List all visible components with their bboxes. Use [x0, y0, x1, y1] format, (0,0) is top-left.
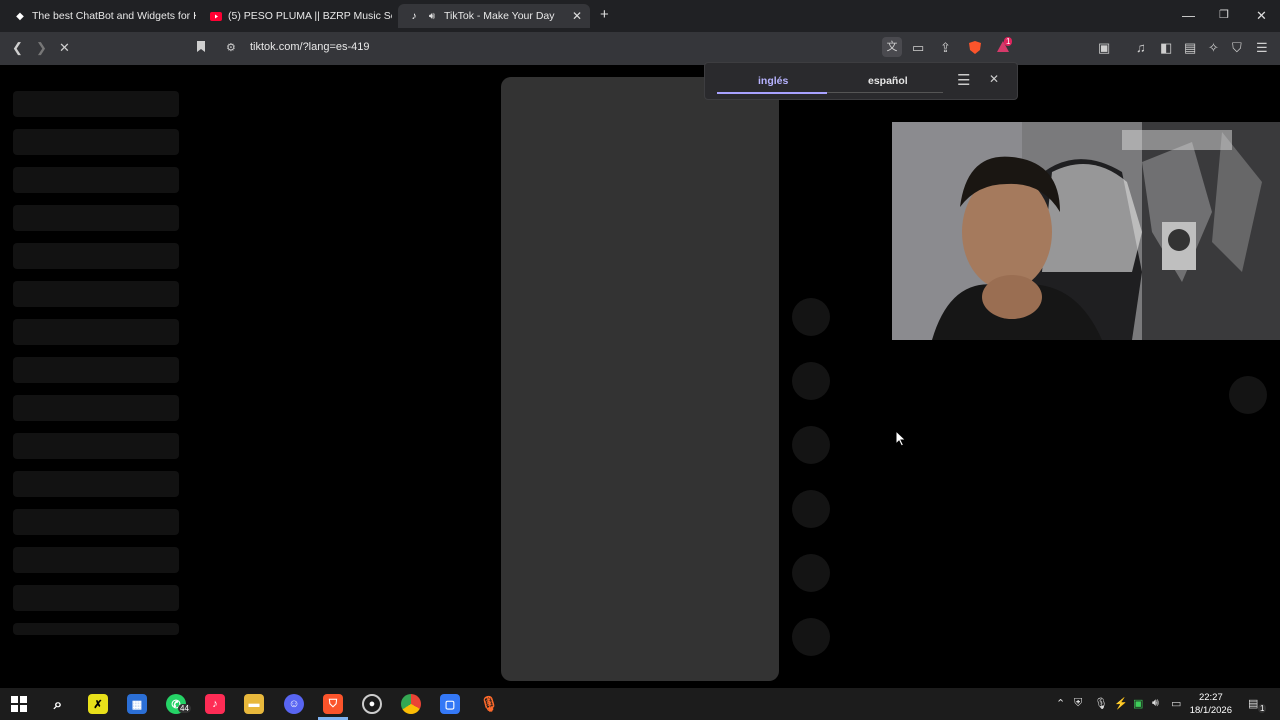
stop-loading-icon[interactable]: ✕ — [59, 40, 70, 56]
clock[interactable]: 22:27 18/1/2026 — [1190, 691, 1232, 717]
selected-tab-indicator — [717, 92, 827, 94]
tab-divider — [827, 92, 943, 93]
action-button-placeholder[interactable] — [792, 362, 830, 400]
source-language-tab[interactable]: inglés — [758, 75, 788, 87]
tab-title: TikTok - Make Your Day — [444, 10, 555, 22]
sidebar-skeleton — [13, 281, 179, 307]
chatbot-favicon-icon: ◆ — [16, 10, 24, 22]
notifications-icon[interactable]: ▤ — [1248, 697, 1258, 710]
tab-title: The best ChatBot and Widgets for Ki — [32, 10, 196, 22]
sidebar-skeleton — [13, 91, 179, 117]
site-info-icon[interactable]: ⚙ — [226, 40, 236, 56]
sidebar-icon[interactable]: ◧ — [1160, 40, 1172, 56]
close-icon[interactable]: ✕ — [989, 72, 999, 86]
windows-start-icon[interactable] — [9, 694, 29, 714]
reader-mode-icon[interactable]: ▣ — [1098, 40, 1110, 56]
action-button-placeholder[interactable] — [792, 618, 830, 656]
sidebar-skeleton — [13, 623, 179, 635]
wallet-icon[interactable]: ▤ — [1184, 40, 1196, 56]
sidebar-skeleton — [13, 205, 179, 231]
file-explorer-icon[interactable]: ▬ — [244, 694, 264, 714]
action-button-placeholder[interactable] — [792, 490, 830, 528]
tiktok-icon[interactable]: ♪ — [205, 694, 225, 714]
sidebar-skeleton — [13, 357, 179, 383]
brave-shield-icon[interactable] — [968, 40, 982, 59]
sidebar-skeleton — [13, 471, 179, 497]
video-player-placeholder[interactable] — [501, 77, 779, 681]
back-icon[interactable]: ❮ — [12, 40, 23, 56]
sidebar-skeleton — [13, 585, 179, 611]
bluetooth-icon[interactable]: ⚡ — [1114, 697, 1128, 710]
tab-tiktok[interactable]: ♪ 🔊︎ TikTok - Make Your Day ✕ — [398, 4, 590, 28]
brave-icon[interactable]: ⛉ — [323, 694, 343, 714]
sidebar-skeleton — [13, 319, 179, 345]
tab-title: (5) PESO PLUMA || BZRP Music Sessio — [228, 10, 392, 22]
search-icon[interactable]: ⌕ — [48, 694, 68, 714]
close-window-icon[interactable]: ✕ — [1256, 8, 1267, 24]
target-language-tab[interactable]: español — [868, 75, 908, 87]
show-hidden-icons[interactable]: ⌃ — [1056, 697, 1065, 710]
cast-icon[interactable]: ▭ — [912, 40, 924, 56]
obs-icon[interactable]: ● — [362, 694, 382, 714]
tiktok-favicon-icon: ♪ — [411, 10, 417, 22]
browser-toolbar: ❮ ❯ ✕ ⚙ tiktok.com/?lang=es-419 文 ▭ ⇪ 1 … — [0, 32, 1280, 65]
volume-icon[interactable]: 🔊︎ — [1152, 697, 1159, 710]
browser-tab-bar: ◆ The best ChatBot and Widgets for Ki (5… — [0, 0, 1280, 32]
media-icon[interactable]: ♫ — [1136, 40, 1146, 56]
speaker-icon[interactable]: 🔊︎ — [426, 10, 438, 22]
network-icon[interactable]: ▭ — [1171, 697, 1181, 710]
action-button-placeholder[interactable] — [792, 554, 830, 592]
microphone-app-icon[interactable]: 🎙︎ — [479, 694, 499, 714]
translate-bar: inglés español ☰ ✕ — [704, 62, 1018, 100]
share-icon[interactable]: ⇪ — [940, 40, 951, 56]
action-button-placeholder[interactable] — [792, 426, 830, 464]
restore-icon[interactable]: ❐ — [1219, 8, 1229, 21]
clock-time: 22:27 — [1198, 692, 1223, 703]
sidebar-skeleton — [13, 129, 179, 155]
notification-count: 1 — [1258, 704, 1267, 713]
sidebar-skeleton — [13, 395, 179, 421]
close-tab-icon[interactable]: ✕ — [572, 9, 582, 23]
nav-button-placeholder[interactable] — [1229, 376, 1267, 414]
tab-youtube[interactable]: (5) PESO PLUMA || BZRP Music Sessio — [200, 4, 392, 28]
new-tab-button[interactable]: + — [600, 6, 609, 23]
discord-icon[interactable]: ☺ — [284, 694, 304, 714]
translate-icon[interactable]: 文 — [882, 37, 902, 57]
leo-ai-icon[interactable]: ✧ — [1208, 40, 1219, 56]
whatsapp-badge: 44 — [178, 704, 191, 713]
webcam-overlay — [892, 122, 1280, 340]
sidebar-skeleton — [13, 547, 179, 573]
windows-taskbar: ⌕ ✗ ▦ ✆ 44 ♪ ▬ ☺ ⛉ ● ▢ 🎙︎ ⌃ ⛨ 🎙︎ ⚡ ▣ 🔊︎ … — [0, 688, 1280, 720]
bookmark-icon[interactable] — [196, 40, 206, 57]
webcam-image — [892, 122, 1280, 340]
store-icon[interactable]: ▦ — [127, 694, 147, 714]
sidebar-skeleton — [13, 243, 179, 269]
minimize-icon[interactable]: — — [1182, 8, 1195, 23]
app-icon[interactable]: ▢ — [440, 694, 460, 714]
sidebar-skeleton — [13, 433, 179, 459]
youtube-favicon-icon — [210, 10, 222, 22]
vpn-icon[interactable]: ⛉ — [1232, 40, 1242, 56]
rewards-badge: 1 — [1004, 37, 1013, 46]
microphone-icon[interactable]: 🎙︎ — [1094, 697, 1108, 710]
chrome-icon[interactable] — [401, 694, 421, 714]
network-app-icon[interactable]: ⛨ — [1074, 697, 1082, 710]
app-icon[interactable]: ✗ — [88, 694, 108, 714]
clock-date: 18/1/2026 — [1189, 705, 1232, 716]
tray-app-icon[interactable]: ▣ — [1133, 697, 1143, 710]
menu-icon[interactable]: ☰ — [1256, 40, 1268, 56]
sidebar-skeleton — [13, 167, 179, 193]
tab-chatbot[interactable]: ◆ The best ChatBot and Widgets for Ki — [4, 4, 196, 28]
action-button-placeholder[interactable] — [792, 298, 830, 336]
translate-options-icon[interactable]: ☰ — [957, 71, 970, 89]
url-bar[interactable]: tiktok.com/?lang=es-419 — [250, 41, 370, 53]
forward-icon[interactable]: ❯ — [36, 40, 47, 56]
sidebar-skeleton — [13, 509, 179, 535]
